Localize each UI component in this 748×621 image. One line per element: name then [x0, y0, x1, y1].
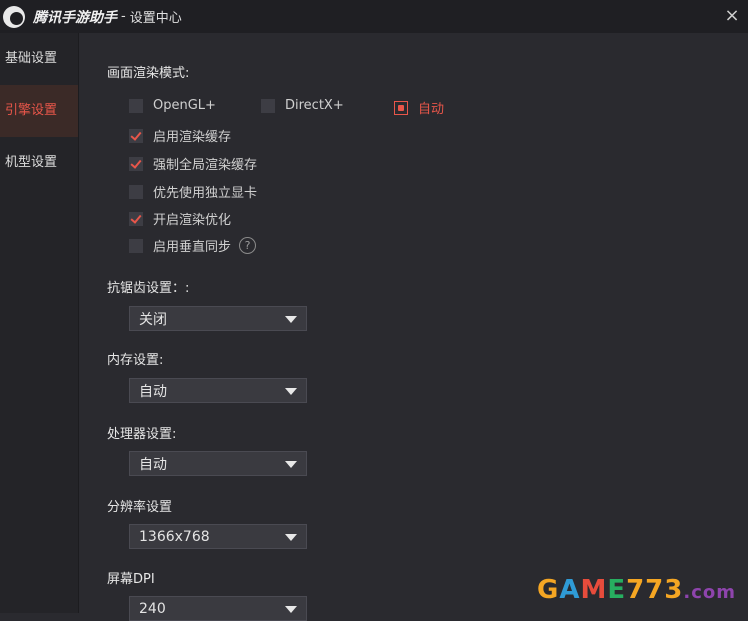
app-name: 腾讯手游助手 — [33, 9, 117, 26]
cpu-label: 处理器设置: — [107, 427, 177, 442]
chevron-down-icon — [285, 388, 297, 395]
checkbox-dedicated-gpu[interactable]: 优先使用独立显卡 — [129, 182, 257, 201]
antialias-value: 关闭 — [139, 311, 167, 328]
dpi-select[interactable]: 240 — [129, 596, 307, 621]
watermark-g: G — [536, 575, 560, 605]
chevron-down-icon — [285, 316, 297, 323]
memory-label: 内存设置: — [107, 353, 164, 368]
checkbox-dedicated-gpu-label: 优先使用独立显卡 — [153, 186, 258, 201]
app-logo-icon — [3, 5, 25, 28]
checkbox-vsync[interactable]: 启用垂直同步 ? — [129, 236, 257, 255]
checkbox-dedicated-gpu-box[interactable] — [129, 184, 143, 199]
radio-opengl-label: OpenGL+ — [153, 98, 216, 113]
checkbox-global-render-cache[interactable]: 强制全局渲染缓存 — [129, 154, 257, 173]
chevron-down-icon — [285, 534, 297, 541]
antialias-select[interactable]: 关闭 — [129, 306, 307, 331]
checkbox-vsync-box[interactable] — [129, 238, 143, 253]
resolution-label: 分辨率设置 — [107, 500, 173, 515]
settings-panel: 画面渲染模式: OpenGL+ DirectX+ 自动 启用渲染缓存 强制全局渲… — [78, 33, 748, 621]
render-mode-label: 画面渲染模式: — [107, 66, 190, 81]
help-icon[interactable]: ? — [239, 237, 257, 254]
sidebar-item-device-settings[interactable]: 机型设置 — [0, 137, 78, 189]
radio-auto-box[interactable] — [394, 100, 408, 115]
radio-opengl[interactable]: OpenGL+ — [129, 98, 216, 113]
checkbox-render-optimization[interactable]: 开启渲染优化 — [129, 209, 231, 228]
dpi-label: 屏幕DPI — [107, 572, 155, 587]
watermark-domain: .com — [683, 582, 736, 603]
antialias-label: 抗锯齿设置：: — [107, 281, 190, 296]
radio-opengl-box[interactable] — [129, 98, 143, 113]
checkbox-vsync-label: 启用垂直同步 — [153, 240, 232, 255]
sidebar: 基础设置 引擎设置 机型设置 — [0, 33, 79, 613]
checkbox-render-cache[interactable]: 启用渲染缓存 — [129, 126, 231, 145]
radio-directx-label: DirectX+ — [285, 98, 344, 113]
window-title: 设置中心 — [129, 11, 182, 26]
resolution-select[interactable]: 1366x768 — [129, 524, 307, 549]
checkbox-global-render-cache-box[interactable] — [129, 156, 143, 171]
watermark-number: 773 — [626, 575, 684, 605]
sidebar-item-basic-settings[interactable]: 基础设置 — [0, 33, 78, 85]
sidebar-item-engine-settings[interactable]: 引擎设置 — [0, 85, 78, 137]
watermark-e: E — [607, 575, 627, 605]
cpu-select[interactable]: 自动 — [129, 451, 307, 476]
radio-directx[interactable]: DirectX+ — [261, 98, 344, 113]
checkbox-render-optimization-label: 开启渲染优化 — [153, 213, 232, 228]
memory-select[interactable]: 自动 — [129, 378, 307, 403]
checkbox-global-render-cache-label: 强制全局渲染缓存 — [153, 158, 258, 173]
title-separator: - — [121, 9, 126, 24]
checkbox-render-cache-box[interactable] — [129, 128, 143, 143]
radio-auto[interactable]: 自动 — [394, 98, 444, 117]
chevron-down-icon — [285, 461, 297, 468]
watermark-m: M — [580, 575, 608, 605]
radio-auto-label: 自动 — [418, 102, 445, 117]
watermark-logo: GAME773.com — [537, 575, 736, 605]
watermark-a: A — [559, 575, 581, 605]
dpi-value: 240 — [139, 600, 166, 617]
title-bar: 腾讯手游助手 - 设置中心 × — [0, 0, 748, 33]
radio-directx-box[interactable] — [261, 98, 275, 113]
checkbox-render-optimization-box[interactable] — [129, 211, 143, 226]
cpu-value: 自动 — [139, 456, 167, 473]
chevron-down-icon — [285, 606, 297, 613]
checkbox-render-cache-label: 启用渲染缓存 — [153, 130, 232, 145]
close-icon[interactable]: × — [722, 6, 742, 26]
resolution-value: 1366x768 — [139, 528, 210, 545]
memory-value: 自动 — [139, 383, 167, 400]
